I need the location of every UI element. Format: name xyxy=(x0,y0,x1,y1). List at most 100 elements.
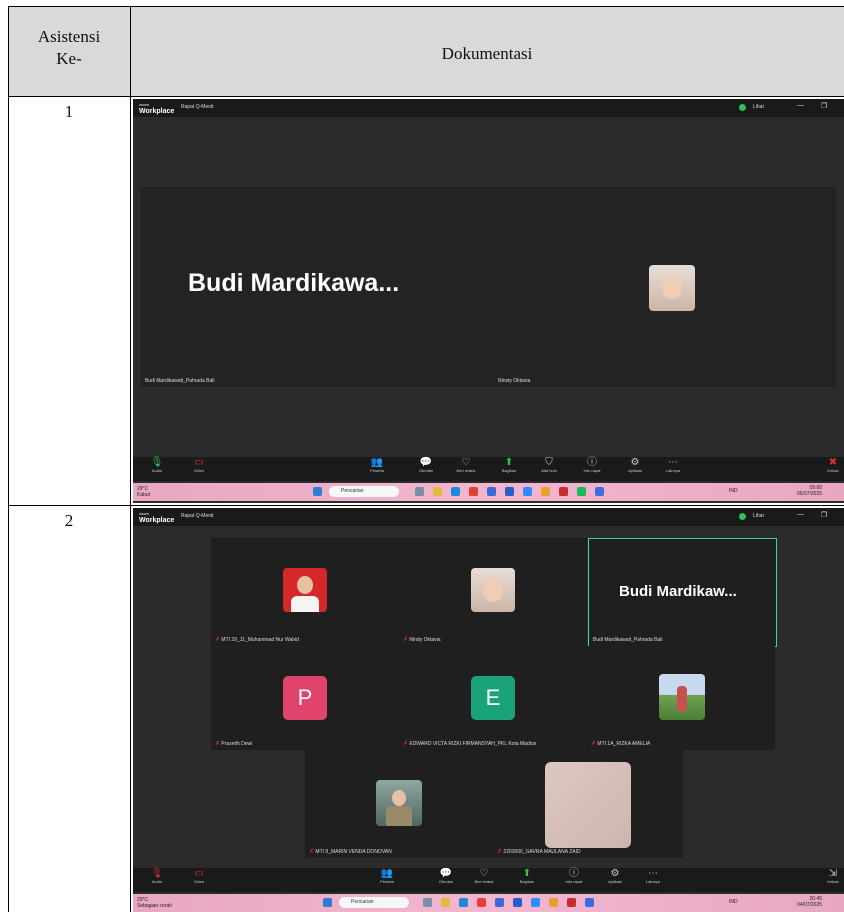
zoom-screenshot-1: zoom Workplace Rapat Q-Menit Lihat — ❐ Bu… xyxy=(133,99,844,503)
zoom-app-icon[interactable] xyxy=(531,898,540,907)
tile-name: ✗ MTI 1A_RIZKA AMELIA xyxy=(591,741,651,747)
reaction-button[interactable]: ♡ Beri reaksi xyxy=(471,868,497,884)
chat-icon: 💬 xyxy=(419,457,433,468)
taskview-icon[interactable] xyxy=(423,898,432,907)
speaker-name-large: Budi Mardikawa... xyxy=(188,269,400,297)
participant-tile[interactable]: ✗ MTI 1A_RIZKA AMELIA xyxy=(587,646,775,750)
view-button[interactable]: Lihat xyxy=(753,513,764,519)
mic-icon: 🎙 xyxy=(150,457,164,468)
reaction-button[interactable]: ♡ Beri reaksi xyxy=(453,457,479,473)
participant-tile[interactable]: ✗ 2203006_GAVRA MAULANA ZAID xyxy=(493,750,683,858)
meeting-info-button[interactable]: ⓘ Info rapat xyxy=(579,457,605,473)
meeting-info-button[interactable]: ⓘ Info rapat xyxy=(561,868,587,884)
store-icon[interactable] xyxy=(487,487,496,496)
host-tools-button[interactable]: ⛉ Alat host xyxy=(537,457,561,473)
table-border-top xyxy=(8,6,844,7)
minimize-icon[interactable]: — xyxy=(797,102,804,109)
view-button[interactable]: Lihat xyxy=(753,104,764,110)
participant-tile[interactable]: ✗ MTI 29_11_Muhammad Nur Wahid xyxy=(211,538,399,646)
store-icon[interactable] xyxy=(495,898,504,907)
apps-button[interactable]: ⚙ Aplikasi xyxy=(623,457,647,473)
share-icon: ⬆ xyxy=(522,868,532,879)
zoom-screenshot-2: zoom Workplace Rapat Q-Menit Lihat — ❐ ✗ … xyxy=(133,508,844,912)
taskbar-search[interactable]: Pencarian xyxy=(339,897,409,908)
more-button[interactable]: ⋯ Lainnya xyxy=(641,868,665,884)
chat-button[interactable]: 💬 Obrolan xyxy=(433,868,459,884)
header-dokumentasi: Dokumentasi xyxy=(441,44,533,63)
explorer-icon[interactable] xyxy=(441,898,450,907)
app-icon[interactable] xyxy=(595,487,604,496)
word-icon[interactable] xyxy=(505,487,514,496)
participant-tile[interactable]: ✗ Nindy Oktavia xyxy=(399,538,587,646)
tile-name-right: Ninsty Oktavia xyxy=(498,378,531,384)
clock[interactable]: 20:45 04/07/2025 xyxy=(797,896,822,908)
zoom-toolbar: 🎙 Audio ▭ Video 👥 Peserta 💬 Obrolan ♡ Beri re… xyxy=(133,457,844,481)
share-button[interactable]: ⬆ Bagikan xyxy=(515,868,539,884)
video-button[interactable]: ▭ Video xyxy=(189,868,209,884)
participant-photo-nindy xyxy=(471,568,515,612)
windows-taskbar: 29°C Kabut Pencarian IND 09:00 05/07/2025 xyxy=(133,483,844,501)
heart-icon: ♡ xyxy=(479,868,489,879)
word-icon[interactable] xyxy=(513,898,522,907)
participant-tile[interactable]: ✗ MTI 8_MARIN VENDA DONOVAN xyxy=(305,750,493,858)
pdf-icon[interactable] xyxy=(559,487,568,496)
header-asistensi: Asistensi Ke- xyxy=(37,27,101,68)
tile-name: ✗ Prasetih Dewi xyxy=(215,741,253,747)
video-button[interactable]: ▭ Video xyxy=(189,457,209,473)
participant-tile[interactable]: P ✗ Prasetih Dewi xyxy=(211,646,399,750)
spotify-icon[interactable] xyxy=(577,487,586,496)
share-icon: ⬆ xyxy=(504,457,514,468)
system-tray[interactable]: IND xyxy=(729,488,738,494)
restore-icon[interactable]: ❐ xyxy=(821,102,827,110)
pdf-icon[interactable] xyxy=(567,898,576,907)
info-icon: ⓘ xyxy=(587,457,597,468)
zoom-app-icon[interactable] xyxy=(523,487,532,496)
edge-icon[interactable] xyxy=(451,487,460,496)
folder-icon[interactable] xyxy=(549,898,558,907)
shield-tool-icon: ⛉ xyxy=(545,457,553,468)
more-icon: ⋯ xyxy=(648,868,658,879)
chrome-icon[interactable] xyxy=(469,487,478,496)
participants-icon: 👥 xyxy=(380,868,394,879)
explorer-icon[interactable] xyxy=(433,487,442,496)
apps-button[interactable]: ⚙ Aplikasi xyxy=(603,868,627,884)
meeting-title: Rapat Q-Menit xyxy=(181,104,214,110)
audio-button[interactable]: 🎙 Audio xyxy=(147,868,167,884)
video-icon: ▭ xyxy=(194,457,204,468)
chat-button[interactable]: 💬 Obrolan xyxy=(413,457,439,473)
start-icon[interactable] xyxy=(323,898,332,907)
edge-icon[interactable] xyxy=(459,898,468,907)
table-col-divider xyxy=(130,6,131,912)
share-button[interactable]: ⬆ Bagikan xyxy=(497,457,521,473)
active-speaker-tile[interactable]: Budi Mardikaw... Budi Mardikawati_Pahrad… xyxy=(588,538,777,647)
taskbar-search[interactable]: Pencarian xyxy=(329,486,399,497)
participants-button[interactable]: 👥 Peserta xyxy=(377,868,397,884)
more-button[interactable]: ⋯ Lainnya xyxy=(661,457,685,473)
leave-button[interactable]: ⇲ Keluar xyxy=(823,868,843,884)
heart-icon: ♡ xyxy=(461,457,471,468)
restore-icon[interactable]: ❐ xyxy=(821,511,827,519)
taskview-icon[interactable] xyxy=(415,487,424,496)
folder-icon[interactable] xyxy=(541,487,550,496)
participants-button[interactable]: 👥 Peserta xyxy=(367,457,387,473)
more-icon: ⋯ xyxy=(668,457,678,468)
start-icon[interactable] xyxy=(313,487,322,496)
info-icon: ⓘ xyxy=(569,868,579,879)
clock[interactable]: 09:00 05/07/2025 xyxy=(797,485,822,497)
chrome-icon[interactable] xyxy=(477,898,486,907)
participant-tile[interactable]: E ✗ EDWARD VICTA RIZKI FIRMANSYAH_PKL Ko… xyxy=(399,646,587,750)
weather-widget[interactable]: 29°C Sebagian cerah xyxy=(137,897,172,909)
weather-widget[interactable]: 29°C Kabut xyxy=(137,486,150,498)
leave-button[interactable]: ✖ Keluar xyxy=(823,457,843,473)
participant-photo-red xyxy=(283,568,327,612)
tile-name: ✗ MTI 29_11_Muhammad Nur Wahid xyxy=(215,637,299,643)
tile-name: ✗ 2203006_GAVRA MAULANA ZAID xyxy=(497,849,581,855)
zoom-titlebar: zoom Workplace Rapat Q-Menit Lihat — ❐ xyxy=(133,508,844,526)
audio-button[interactable]: 🎙 Audio xyxy=(147,457,167,473)
minimize-icon[interactable]: — xyxy=(797,511,804,518)
table-header-divider xyxy=(8,96,844,97)
system-tray[interactable]: IND xyxy=(729,899,738,905)
table-row-divider xyxy=(8,505,844,506)
app-icon[interactable] xyxy=(585,898,594,907)
tile-name: ✗ MTI 8_MARIN VENDA DONOVAN xyxy=(309,849,392,855)
